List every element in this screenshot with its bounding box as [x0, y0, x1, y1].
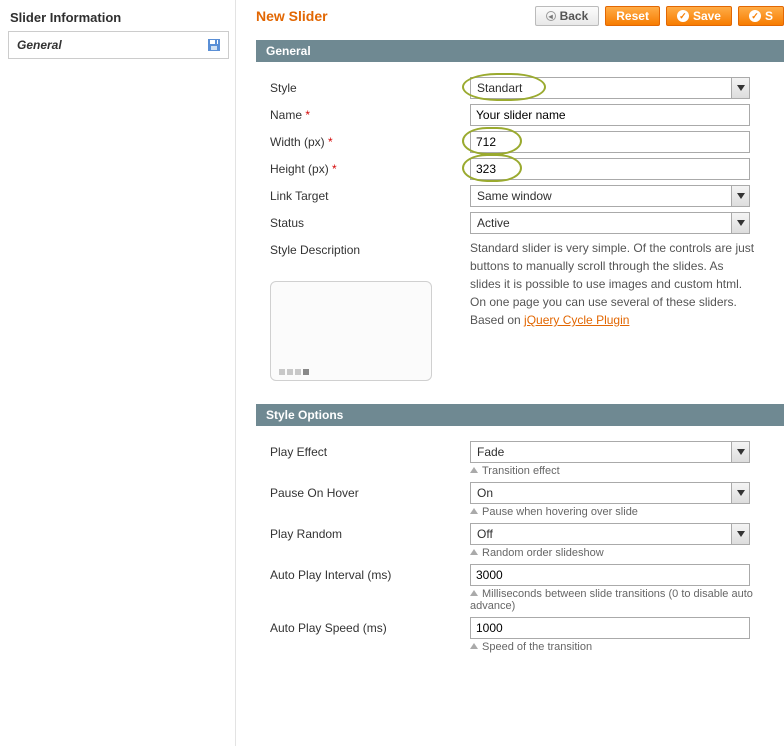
play-random-label: Play Random	[270, 523, 470, 541]
chevron-down-icon	[731, 186, 749, 206]
height-input[interactable]	[470, 158, 750, 180]
hint-text: Pause when hovering over slide	[470, 506, 770, 518]
section-style-head: Style Options	[256, 404, 784, 426]
auto-interval-input[interactable]	[470, 564, 750, 586]
chevron-down-icon	[731, 483, 749, 503]
status-select[interactable]: Active	[470, 212, 750, 234]
save-continue-button[interactable]: ✓ S	[738, 6, 784, 26]
play-random-select[interactable]: Off	[470, 523, 750, 545]
back-arrow-icon: ◂	[546, 11, 556, 21]
chevron-down-icon	[731, 524, 749, 544]
name-input[interactable]	[470, 104, 750, 126]
auto-speed-input[interactable]	[470, 617, 750, 639]
page-title: New Slider	[256, 8, 535, 24]
chevron-down-icon	[731, 442, 749, 462]
pager-dot	[287, 369, 293, 375]
style-desc-label: Style Description	[270, 243, 470, 257]
hint-text: Random order slideshow	[470, 547, 770, 559]
width-input[interactable]	[470, 131, 750, 153]
link-target-select[interactable]: Same window	[470, 185, 750, 207]
check-icon: ✓	[749, 10, 761, 22]
sidebar-item-label: General	[17, 38, 62, 52]
back-button[interactable]: ◂ Back	[535, 6, 600, 26]
check-icon: ✓	[677, 10, 689, 22]
pause-hover-label: Pause On Hover	[270, 482, 470, 500]
pager-dot	[279, 369, 285, 375]
sidebar-item-general[interactable]: General	[8, 32, 229, 59]
style-label: Style	[270, 77, 470, 95]
chevron-down-icon	[731, 78, 749, 98]
auto-speed-label: Auto Play Speed (ms)	[270, 617, 470, 635]
width-label: Width (px) *	[270, 131, 470, 149]
pager-dot	[295, 369, 301, 375]
play-effect-label: Play Effect	[270, 441, 470, 459]
pause-hover-select[interactable]: On	[470, 482, 750, 504]
slider-preview	[270, 281, 432, 381]
link-target-label: Link Target	[270, 185, 470, 203]
save-icon	[208, 39, 220, 51]
name-label: Name *	[270, 104, 470, 122]
style-description: Standard slider is very simple. Of the c…	[470, 239, 755, 329]
hint-text: Milliseconds between slide transitions (…	[470, 588, 770, 612]
cycle-plugin-link[interactable]: jQuery Cycle Plugin	[524, 313, 629, 327]
chevron-down-icon	[731, 213, 749, 233]
save-button[interactable]: ✓ Save	[666, 6, 732, 26]
play-effect-select[interactable]: Fade	[470, 441, 750, 463]
main: New Slider ◂ Back Reset ✓ Save ✓ S	[242, 0, 784, 746]
sidebar: Slider Information General	[0, 0, 235, 746]
hint-text: Speed of the transition	[470, 641, 770, 653]
sidebar-title: Slider Information	[8, 6, 229, 32]
status-label: Status	[270, 212, 470, 230]
hint-text: Transition effect	[470, 465, 770, 477]
pager-dot-active	[303, 369, 309, 375]
height-label: Height (px) *	[270, 158, 470, 176]
section-general-head: General	[256, 40, 784, 62]
style-select[interactable]: Standart	[470, 77, 750, 99]
reset-button[interactable]: Reset	[605, 6, 660, 26]
auto-interval-label: Auto Play Interval (ms)	[270, 564, 470, 582]
